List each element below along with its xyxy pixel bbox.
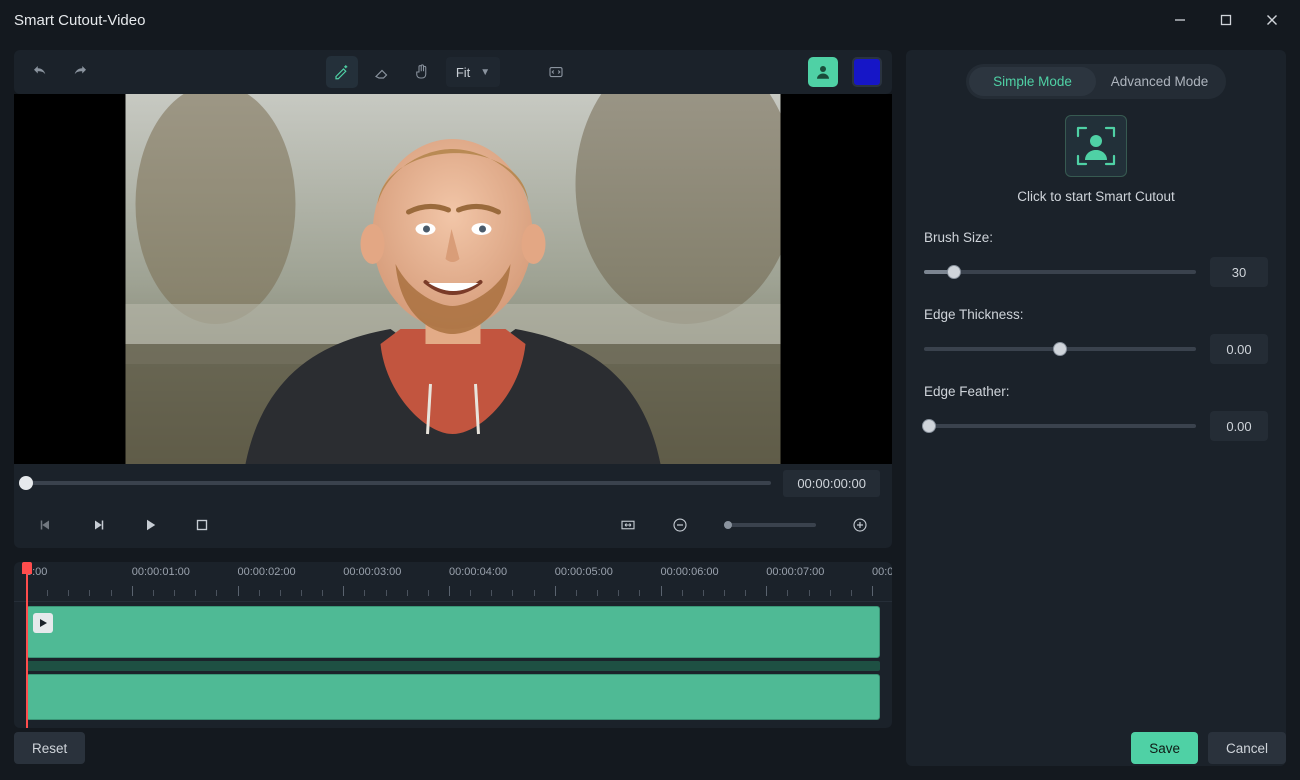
body-area: Fit ▼ — [0, 40, 1300, 780]
play-icon — [141, 516, 159, 534]
ruler-label: 00:00:05:00 — [555, 566, 613, 578]
edge-thickness-thumb[interactable] — [1053, 342, 1067, 356]
footer: Reset Save Cancel — [14, 730, 1286, 766]
video-preview[interactable] — [14, 94, 892, 464]
close-button[interactable] — [1250, 5, 1294, 35]
clip-divider — [26, 661, 880, 671]
cancel-button[interactable]: Cancel — [1208, 732, 1286, 764]
undo-icon — [31, 63, 49, 81]
audio-clip[interactable] — [26, 674, 880, 720]
close-icon — [1266, 14, 1278, 26]
param-edge-feather: Edge Feather: 0.00 — [924, 384, 1268, 441]
video-clip[interactable] — [26, 606, 880, 658]
zoom-label: Fit — [456, 65, 470, 80]
chevron-down-icon: ▼ — [480, 67, 490, 78]
zoom-slider-thumb[interactable] — [724, 521, 732, 529]
timeline-zoom-slider[interactable] — [724, 523, 816, 527]
undo-button[interactable] — [24, 56, 56, 88]
app-window: Smart Cutout-Video — [0, 0, 1300, 780]
scrub-bar: 00:00:00:00 — [14, 464, 892, 502]
tab-simple-mode[interactable]: Simple Mode — [969, 67, 1096, 96]
playhead[interactable] — [26, 562, 28, 728]
param-edge-thickness: Edge Thickness: 0.00 — [924, 307, 1268, 364]
ruler-label: 00:00:04:00 — [449, 566, 507, 578]
minimize-button[interactable] — [1158, 5, 1202, 35]
param-brush-size: Brush Size: 30 — [924, 230, 1268, 287]
eraser-icon — [373, 63, 391, 81]
compare-toggle[interactable] — [540, 56, 572, 88]
edge-feather-value[interactable]: 0.00 — [1210, 411, 1268, 441]
next-frame-button[interactable] — [82, 509, 114, 541]
zoom-in-icon — [851, 516, 869, 534]
mode-tabs: Simple Mode Advanced Mode — [966, 64, 1226, 99]
scrub-thumb[interactable] — [19, 476, 33, 490]
fit-width-icon — [619, 516, 637, 534]
edge-feather-label: Edge Feather: — [924, 384, 1268, 399]
start-cutout-button[interactable] — [1065, 115, 1127, 177]
compare-icon — [547, 63, 565, 81]
ruler-label: 00:00:06:00 — [661, 566, 719, 578]
stop-icon — [193, 516, 211, 534]
zoom-out-button[interactable] — [664, 509, 696, 541]
titlebar: Smart Cutout-Video — [0, 0, 1300, 40]
save-button[interactable]: Save — [1131, 732, 1198, 764]
foreground-person-chip[interactable] — [808, 57, 838, 87]
timecode: 00:00:00:00 — [783, 470, 880, 497]
ruler-label: 00:00:02:00 — [238, 566, 296, 578]
timeline-ruler[interactable]: 0:0000:00:01:0000:00:02:0000:00:03:0000:… — [14, 562, 892, 602]
timeline[interactable]: 0:0000:00:01:0000:00:02:0000:00:03:0000:… — [14, 562, 892, 728]
edge-thickness-label: Edge Thickness: — [924, 307, 1268, 322]
ruler-label: 00:00:07:00 — [766, 566, 824, 578]
brush-size-slider[interactable] — [924, 270, 1196, 274]
maximize-button[interactable] — [1204, 5, 1248, 35]
ruler-label: 00:00:08:00 — [872, 566, 892, 578]
brush-size-thumb[interactable] — [947, 265, 961, 279]
zoom-in-button[interactable] — [844, 509, 876, 541]
playback-controls — [14, 502, 892, 548]
start-cutout-section: Click to start Smart Cutout — [924, 115, 1268, 204]
background-color-chip[interactable] — [852, 57, 882, 87]
tab-advanced-mode[interactable]: Advanced Mode — [1096, 67, 1223, 96]
brush-size-value[interactable]: 30 — [1210, 257, 1268, 287]
brush-add-tool[interactable] — [326, 56, 358, 88]
edge-feather-slider[interactable] — [924, 424, 1196, 428]
scrub-track[interactable] — [26, 481, 771, 485]
redo-button[interactable] — [64, 56, 96, 88]
left-column: Fit ▼ — [14, 50, 892, 766]
window-title: Smart Cutout-Video — [14, 12, 145, 29]
edge-thickness-slider[interactable] — [924, 347, 1196, 351]
minimize-icon — [1174, 14, 1186, 26]
edge-feather-thumb[interactable] — [922, 419, 936, 433]
prev-frame-icon — [37, 516, 55, 534]
zoom-select[interactable]: Fit ▼ — [446, 57, 500, 87]
redo-icon — [71, 63, 89, 81]
play-button[interactable] — [134, 509, 166, 541]
maximize-icon — [1220, 14, 1232, 26]
timeline-clips — [14, 602, 892, 728]
properties-panel: Simple Mode Advanced Mode Click to start… — [906, 50, 1286, 766]
toolbar: Fit ▼ — [14, 50, 892, 94]
pan-tool[interactable] — [406, 56, 438, 88]
zoom-out-icon — [671, 516, 689, 534]
start-cutout-label: Click to start Smart Cutout — [1017, 189, 1175, 204]
ruler-label: 00:00:01:00 — [132, 566, 190, 578]
next-frame-icon — [89, 516, 107, 534]
edge-thickness-value[interactable]: 0.00 — [1210, 334, 1268, 364]
fit-width-button[interactable] — [612, 509, 644, 541]
brush-size-label: Brush Size: — [924, 230, 1268, 245]
ruler-label: 00:00:03:00 — [343, 566, 401, 578]
clip-thumbnail-icon — [33, 613, 53, 633]
hand-icon — [413, 63, 431, 81]
stop-button[interactable] — [186, 509, 218, 541]
prev-frame-button[interactable] — [30, 509, 62, 541]
person-scan-icon — [1074, 124, 1118, 168]
reset-button[interactable]: Reset — [14, 732, 85, 764]
brush-add-icon — [333, 63, 351, 81]
eraser-tool[interactable] — [366, 56, 398, 88]
person-icon — [814, 63, 832, 81]
window-controls — [1158, 5, 1294, 35]
preview-frame — [126, 94, 781, 464]
